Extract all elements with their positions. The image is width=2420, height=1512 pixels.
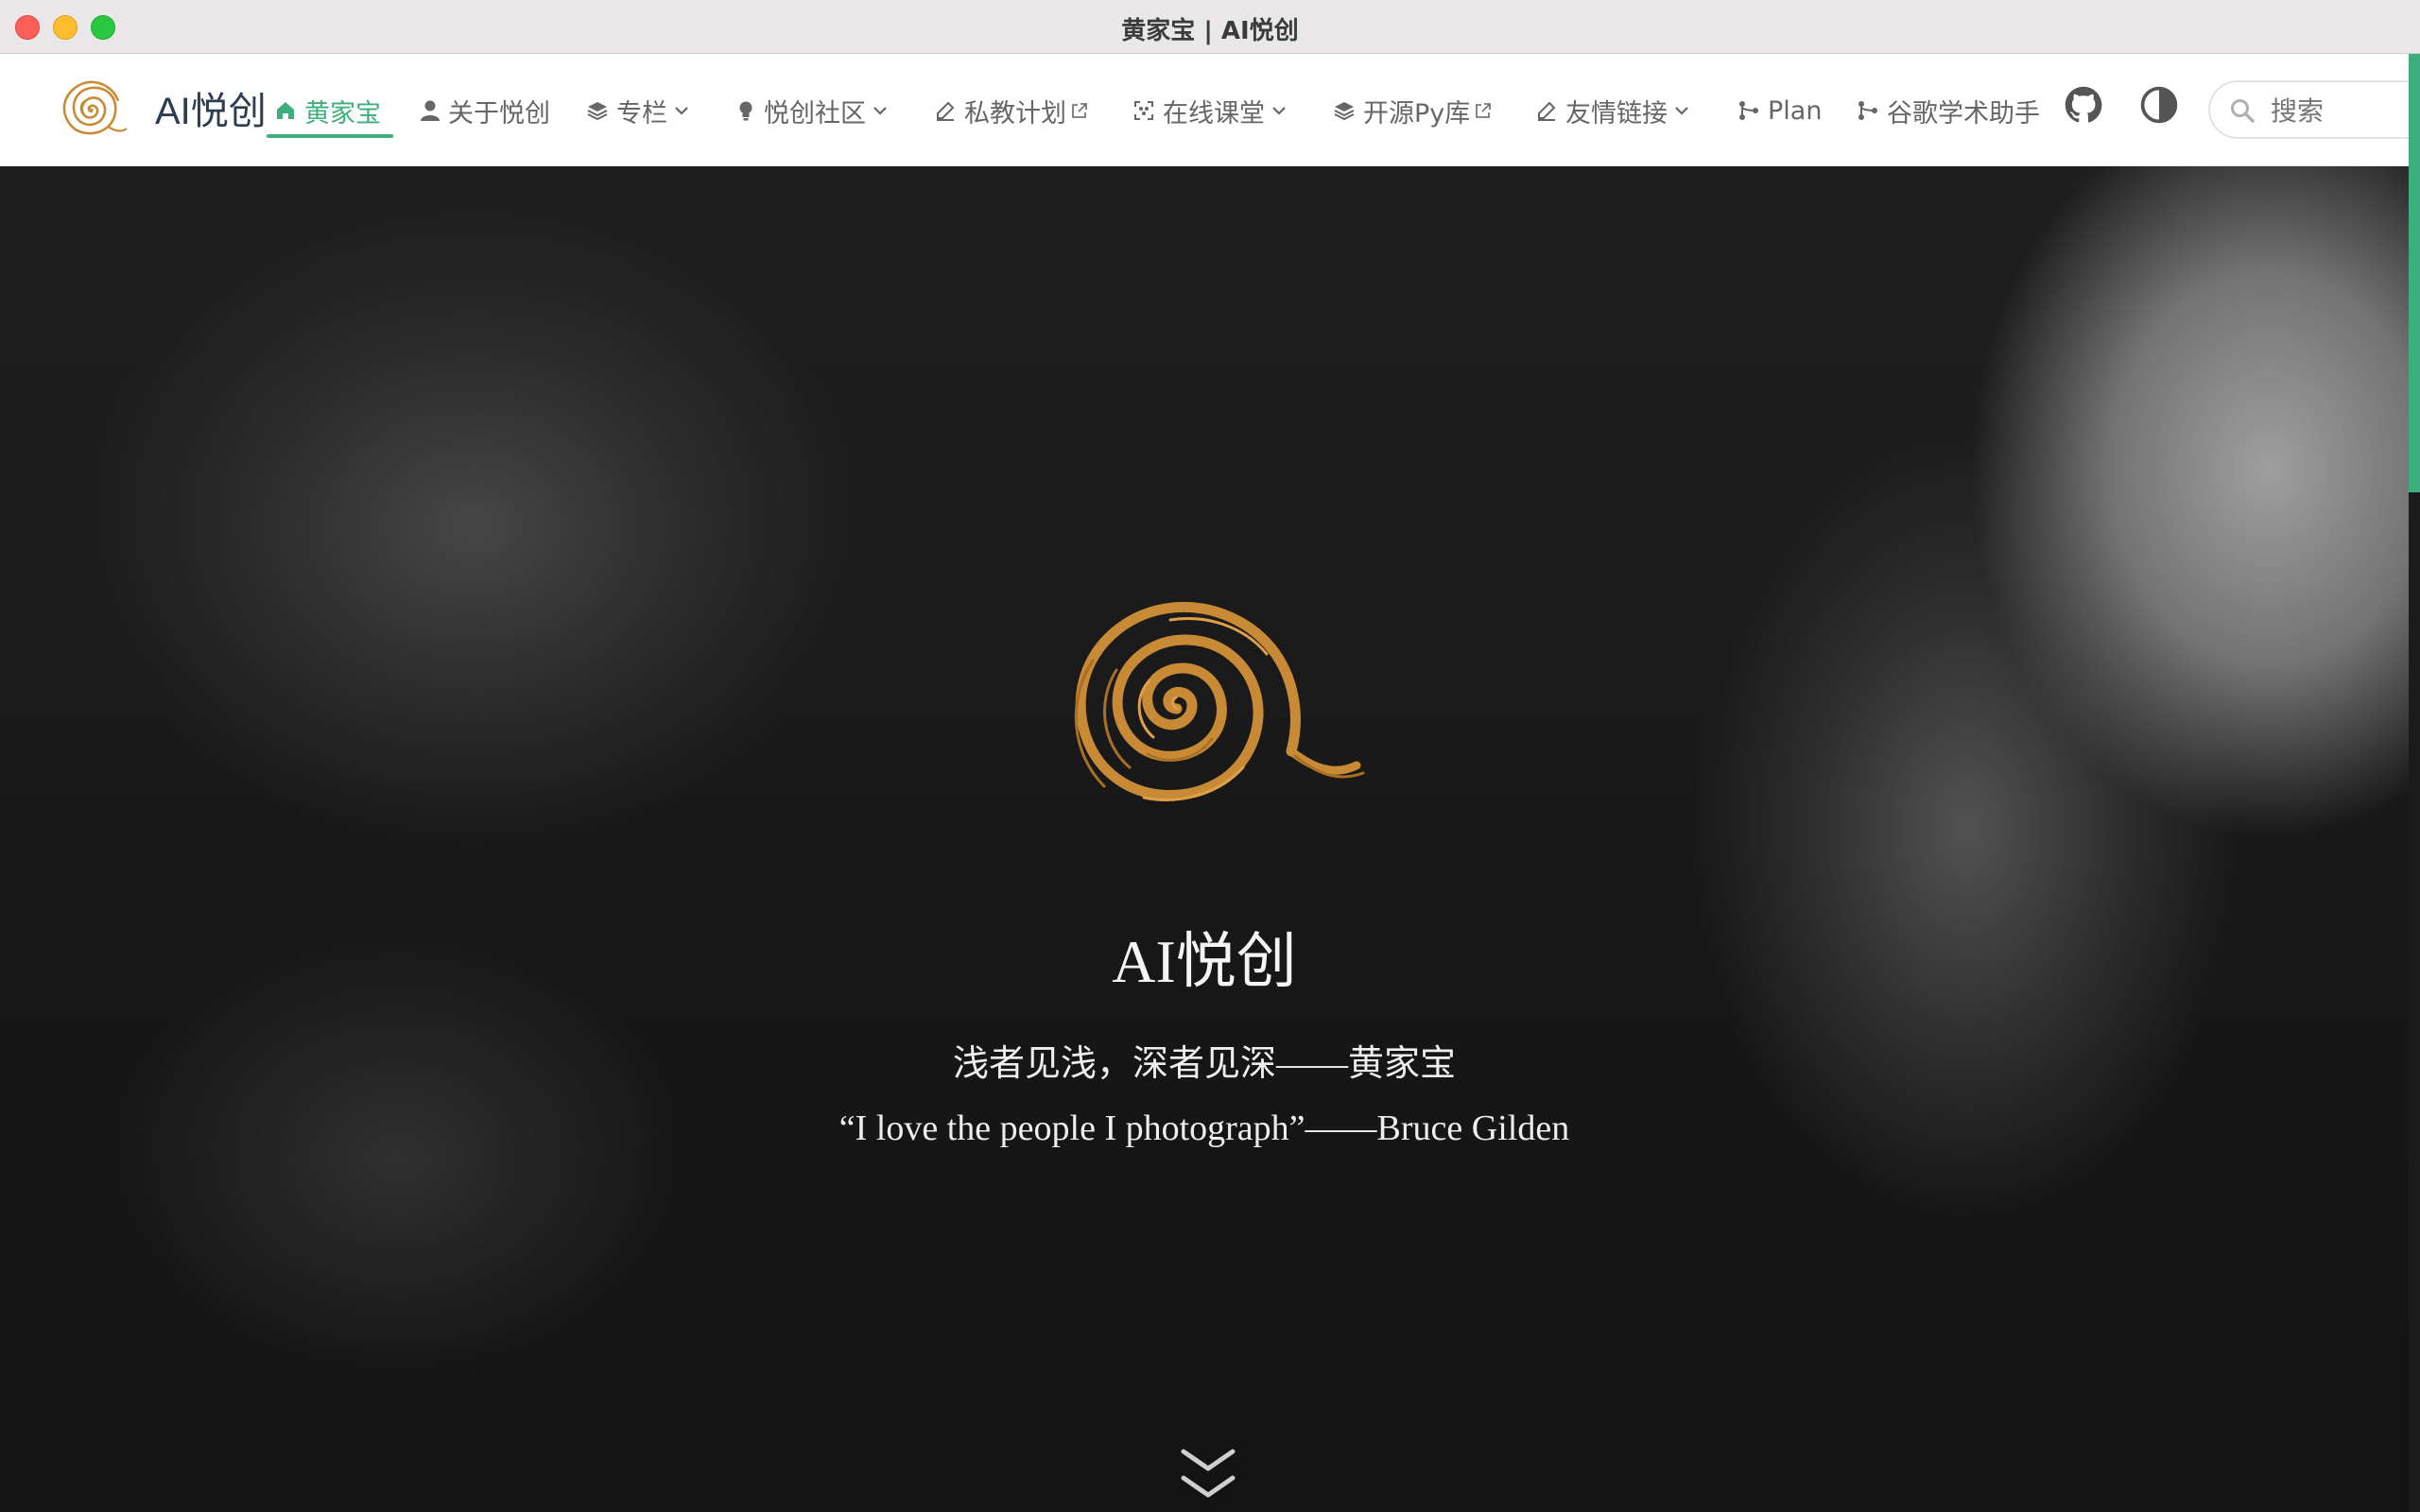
scroll-down-icon[interactable] xyxy=(1178,1444,1238,1504)
branch-icon xyxy=(1737,99,1760,122)
nav-item-label: 开源Py库 xyxy=(1363,98,1471,129)
nav-item-label: 悦创社区 xyxy=(764,98,866,129)
nav-item-label: 友情链接 xyxy=(1565,98,1668,129)
search-box[interactable] xyxy=(2208,80,2420,139)
theme-toggle-icon[interactable] xyxy=(2138,84,2180,126)
hero-tagline: 浅者见浅，深者见深——黄家宝 “I love the people I phot… xyxy=(0,1032,2409,1160)
home-icon xyxy=(274,99,297,122)
navbar: AI悦创 黄家宝 关于悦创 专栏 悦创社区 私教计划 在线课堂 开源Py库 友情… xyxy=(0,54,2420,166)
chevron-down-icon xyxy=(872,102,889,119)
nav-item-label: 黄家宝 xyxy=(304,98,381,129)
user-icon xyxy=(420,99,441,122)
site-logo-icon[interactable] xyxy=(51,69,132,150)
active-indicator xyxy=(267,134,393,138)
hero-tagline-cn: 浅者见浅，深者见深——黄家宝 xyxy=(952,1044,1456,1084)
nav-item-about[interactable]: 关于悦创 xyxy=(420,90,550,131)
nav-item-label: 私教计划 xyxy=(964,98,1066,129)
nav-item-label: Plan xyxy=(1768,95,1823,126)
chevron-down-icon xyxy=(673,102,690,119)
search-input[interactable] xyxy=(2269,92,2414,129)
nav-item-plan[interactable]: Plan xyxy=(1737,90,1822,131)
nav-item-home[interactable]: 黄家宝 xyxy=(274,90,381,131)
nav-item-online-class[interactable]: 在线课堂 xyxy=(1132,90,1288,131)
nav-item-private-tutoring[interactable]: 私教计划 xyxy=(934,90,1089,131)
brand-name[interactable]: AI悦创 xyxy=(155,80,267,135)
hero-section: AI悦创 浅者见浅，深者见深——黄家宝 “I love the people I… xyxy=(0,166,2409,1512)
nav-item-open-source[interactable]: 开源Py库 xyxy=(1333,90,1493,131)
external-link-icon xyxy=(1070,101,1089,120)
focus-icon xyxy=(1132,99,1155,122)
nav-item-label: 专栏 xyxy=(616,98,667,129)
github-icon[interactable] xyxy=(2063,84,2104,126)
chevron-down-icon xyxy=(1270,102,1288,119)
window-title: 黄家宝 | AI悦创 xyxy=(1121,17,1299,45)
nav-item-label: 关于悦创 xyxy=(448,98,550,129)
edit-icon xyxy=(934,99,957,122)
nav-item-friend-links[interactable]: 友情链接 xyxy=(1535,90,1690,131)
hero-title: AI悦创 xyxy=(1112,928,1297,995)
hero-tagline-en: “I love the people I photograph”——Bruce … xyxy=(838,1108,1570,1148)
layers-icon xyxy=(1333,99,1356,122)
search-icon xyxy=(2231,99,2255,123)
layers-icon xyxy=(586,99,609,122)
external-link-icon xyxy=(1474,101,1493,120)
nav-item-label: 在线课堂 xyxy=(1163,98,1265,129)
lightbulb-icon xyxy=(735,99,756,122)
window-titlebar: 黄家宝 | AI悦创 xyxy=(0,0,2420,54)
branch-icon xyxy=(1857,99,1879,122)
nav-item-community[interactable]: 悦创社区 xyxy=(735,90,889,131)
nav-item-label: 谷歌学术助手 xyxy=(1887,98,2040,129)
edit-icon xyxy=(1535,99,1558,122)
nav-item-scholar-assistant[interactable]: 谷歌学术助手 xyxy=(1857,90,2040,131)
spiral-logo-icon xyxy=(1074,601,1365,801)
scrollbar-thumb[interactable] xyxy=(2409,54,2420,492)
nav-item-column[interactable]: 专栏 xyxy=(586,90,690,131)
chevron-down-icon xyxy=(1673,102,1690,119)
